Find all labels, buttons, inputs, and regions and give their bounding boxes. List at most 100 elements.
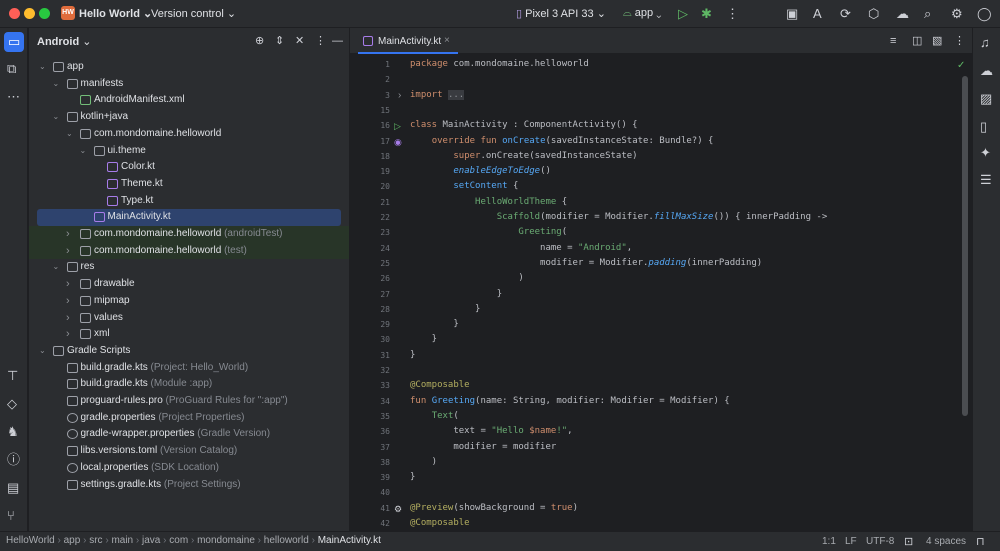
code-line[interactable]: @Composable — [410, 380, 470, 390]
tree-item[interactable]: libs.versions.toml (Version Catalog) — [29, 443, 349, 460]
sdk-manager-icon[interactable]: ⬡ — [868, 7, 879, 21]
chevron-down-icon[interactable]: ⌄ — [39, 59, 46, 76]
code-line[interactable]: enableEdgeToEdge() — [410, 166, 551, 176]
breadcrumb-item[interactable]: src — [89, 535, 102, 546]
problems-icon[interactable]: ⓘ — [7, 453, 20, 467]
git-icon[interactable]: ⑂ — [7, 509, 15, 523]
locate-icon[interactable]: ⊕ — [255, 34, 264, 48]
tree-item[interactable]: ⌄ res — [29, 259, 349, 276]
code-line[interactable]: } — [410, 289, 502, 299]
chevron-down-icon[interactable]: ⌄ — [39, 343, 46, 360]
code-line[interactable]: override fun onCreate(savedInstanceState… — [410, 136, 714, 146]
tree-item[interactable]: settings.gradle.kts (Project Settings) — [29, 477, 349, 494]
breadcrumb-item[interactable]: app — [64, 535, 81, 546]
code-line[interactable]: import ... — [410, 89, 465, 100]
search-icon[interactable]: ⌕ — [924, 7, 931, 21]
code-line[interactable]: Text( — [410, 411, 459, 421]
tree-item[interactable]: gradle-wrapper.properties (Gradle Versio… — [29, 426, 349, 443]
code-line[interactable]: Greeting( — [410, 227, 567, 237]
code-line[interactable]: text = "Hello $name!", — [410, 426, 572, 436]
tree-item[interactable]: › drawable — [29, 276, 349, 293]
tree-item[interactable]: ⌄ app — [29, 59, 349, 76]
read-only-toggle-icon[interactable]: ⊡ — [904, 535, 913, 549]
override-gutter-icon[interactable]: ◉ — [394, 135, 402, 149]
gemini-icon[interactable]: ☁ — [896, 7, 909, 21]
tree-item[interactable]: build.gradle.kts (Module :app) — [29, 376, 349, 393]
minimize-window-button[interactable] — [24, 8, 35, 19]
code-line[interactable]: } — [410, 334, 437, 344]
tree-item[interactable]: Color.kt — [29, 159, 349, 176]
code-line[interactable]: } — [410, 319, 458, 329]
tree-item[interactable]: proguard-rules.pro (ProGuard Rules for "… — [29, 393, 349, 410]
chevron-down-icon[interactable]: ⌄ — [53, 259, 60, 276]
account-icon[interactable]: ◯ — [977, 7, 992, 21]
tree-item[interactable]: › com.mondomaine.helloworld (androidTest) — [29, 226, 349, 243]
breadcrumb-item[interactable]: com — [169, 535, 188, 546]
tree-item[interactable]: Type.kt — [29, 193, 349, 210]
file-encoding[interactable]: UTF-8 — [866, 536, 894, 547]
tree-item[interactable]: › values — [29, 310, 349, 327]
tree-item[interactable]: MainActivity.kt — [37, 209, 341, 226]
hide-icon[interactable]: — — [332, 34, 343, 48]
code-line[interactable]: name = "Android", — [410, 243, 632, 253]
tree-item[interactable]: build.gradle.kts (Project: Hello_World) — [29, 360, 349, 377]
tree-item[interactable]: gradle.properties (Project Properties) — [29, 410, 349, 427]
code-view-icon[interactable]: ≡ — [890, 34, 896, 48]
code-line[interactable]: } — [410, 304, 480, 314]
tree-item[interactable]: local.properties (SDK Location) — [29, 460, 349, 477]
list-icon[interactable]: ☰ — [980, 173, 992, 187]
breadcrumb-item[interactable]: HelloWorld — [6, 535, 55, 546]
chevron-right-icon[interactable]: › — [66, 276, 70, 293]
breadcrumb-item[interactable]: helloworld — [264, 535, 309, 546]
translate-icon[interactable]: A — [813, 7, 822, 21]
run-config-selector[interactable]: ⌓ app ⌄ — [623, 7, 661, 20]
code-line[interactable]: modifier = modifier — [410, 442, 556, 452]
sparkle-icon[interactable]: ✦ — [980, 146, 991, 160]
terminal-icon[interactable]: ▤ — [7, 481, 19, 495]
running-devices-icon[interactable]: ▯ — [980, 120, 987, 134]
chevron-down-icon[interactable]: ⌄ — [53, 76, 60, 93]
tree-item[interactable]: › xml — [29, 326, 349, 343]
code-line[interactable]: Scaffold(modifier = Modifier.fillMaxSize… — [410, 212, 828, 222]
code-line[interactable]: } — [410, 350, 415, 360]
gemini-chat-icon[interactable]: ☁ — [980, 64, 993, 78]
code-line[interactable]: @Composable — [410, 518, 470, 528]
editor-scrollbar[interactable] — [962, 76, 968, 416]
zoom-window-button[interactable] — [39, 8, 50, 19]
chevron-down-icon[interactable]: ⌄ — [53, 109, 60, 126]
editor-options-icon[interactable]: ⋮ — [954, 34, 965, 48]
breadcrumb-item[interactable]: main — [111, 535, 133, 546]
vcs-selector[interactable]: Version control ⌄ — [151, 7, 236, 20]
chevron-right-icon[interactable]: › — [66, 293, 70, 310]
settings-gear-icon[interactable]: ⚙ — [951, 7, 963, 21]
line-separator[interactable]: LF — [845, 536, 857, 547]
more-actions-icon[interactable]: ⋮ — [726, 7, 739, 21]
tree-item[interactable]: › com.mondomaine.helloworld (test) — [29, 242, 349, 260]
chevron-right-icon[interactable]: › — [66, 326, 70, 343]
chevron-right-icon[interactable]: › — [66, 243, 70, 260]
close-icon[interactable]: × — [444, 35, 450, 46]
tree-item[interactable]: ⌄ manifests — [29, 76, 349, 93]
chevron-right-icon[interactable]: › — [66, 310, 70, 327]
debug-icon[interactable]: ✱ — [701, 7, 712, 21]
fold-icon[interactable]: › — [398, 89, 401, 103]
chevron-down-icon[interactable]: ⌄ — [66, 126, 73, 143]
code-line[interactable]: modifier = Modifier.padding(innerPadding… — [410, 258, 762, 268]
run-gutter-icon[interactable]: ▷ — [394, 119, 401, 133]
sync-icon[interactable]: ⟳ — [840, 7, 851, 21]
split-view-icon[interactable]: ◫ — [912, 34, 922, 48]
project-view-selector[interactable]: Android ⌄ — [37, 35, 91, 48]
tree-item[interactable]: ⌄ kotlin+java — [29, 109, 349, 126]
logcat-icon[interactable]: ♞ — [7, 425, 19, 439]
notifications-icon[interactable]: ♫ — [980, 36, 990, 50]
device-file-icon[interactable]: ▨ — [980, 92, 992, 106]
breadcrumb-item[interactable]: MainActivity.kt — [318, 535, 381, 546]
lock-icon[interactable]: ⊓ — [976, 535, 985, 549]
code-line[interactable]: setContent { — [410, 181, 518, 191]
structure-icon[interactable]: ⧉ — [7, 62, 16, 76]
tree-item[interactable]: › mipmap — [29, 293, 349, 310]
more-tools-icon[interactable]: ⋯ — [7, 90, 20, 104]
preview-gutter-icon[interactable]: ⚙ — [394, 502, 402, 516]
tree-item[interactable]: Theme.kt — [29, 176, 349, 193]
tree-item[interactable]: AndroidManifest.xml — [29, 92, 349, 109]
